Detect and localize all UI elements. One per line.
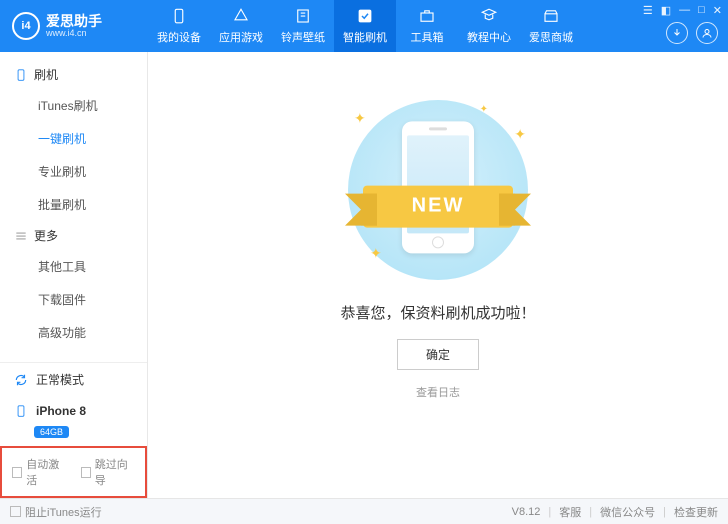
store-icon — [542, 7, 560, 25]
success-illustration: ✦✦✦✦ NEW — [348, 100, 528, 280]
nav-tutorial[interactable]: 教程中心 — [458, 0, 520, 52]
skip-guide-checkbox[interactable]: 跳过向导 — [81, 456, 136, 488]
download-button[interactable] — [666, 22, 688, 44]
version-label: V8.12 — [512, 506, 541, 518]
auto-activate-checkbox[interactable]: 自动激活 — [12, 456, 67, 488]
wechat-link[interactable]: 微信公众号 — [600, 504, 655, 520]
device-mode[interactable]: 正常模式 — [0, 363, 147, 396]
device-name: iPhone 8 — [36, 404, 86, 418]
user-button[interactable] — [696, 22, 718, 44]
nav-label: 应用游戏 — [219, 29, 263, 45]
checkbox-label: 跳过向导 — [95, 456, 135, 488]
skin-icon[interactable]: ◧ — [661, 4, 671, 17]
mode-label: 正常模式 — [36, 371, 84, 388]
storage-badge: 64GB — [34, 426, 69, 438]
group-title: 更多 — [34, 227, 58, 244]
check-update-link[interactable]: 检查更新 — [674, 504, 718, 520]
logo-icon: i4 — [12, 12, 40, 40]
top-nav: 我的设备 应用游戏 铃声壁纸 智能刷机 工具箱 教程中心 爱思商城 — [148, 0, 582, 52]
refresh-icon — [14, 373, 28, 387]
app-url: www.i4.cn — [46, 28, 102, 39]
sidebar-group-flash: 刷机 — [0, 60, 147, 89]
group-title: 刷机 — [34, 66, 58, 83]
maximize-icon[interactable]: □ — [698, 4, 705, 17]
activation-options: 自动激活 跳过向导 — [0, 446, 147, 498]
nav-my-device[interactable]: 我的设备 — [148, 0, 210, 52]
checkbox-label: 阻止iTunes运行 — [25, 504, 102, 520]
nav-label: 我的设备 — [157, 29, 201, 45]
nav-label: 工具箱 — [411, 29, 444, 45]
flash-icon — [356, 7, 374, 25]
nav-apps[interactable]: 应用游戏 — [210, 0, 272, 52]
status-bar: 阻止iTunes运行 V8.12 | 客服 | 微信公众号 | 检查更新 — [0, 498, 728, 524]
nav-ringtone[interactable]: 铃声壁纸 — [272, 0, 334, 52]
ringtone-icon — [294, 7, 312, 25]
nav-label: 教程中心 — [467, 29, 511, 45]
app-header: i4 爱思助手 www.i4.cn 我的设备 应用游戏 铃声壁纸 智能刷机 工具… — [0, 0, 728, 52]
phone-icon — [14, 68, 28, 82]
sidebar-item-download-fw[interactable]: 下载固件 — [0, 283, 147, 316]
view-log-link[interactable]: 查看日志 — [416, 384, 460, 400]
sidebar-item-other-tools[interactable]: 其他工具 — [0, 250, 147, 283]
list-icon — [14, 229, 28, 243]
close-icon[interactable]: ✕ — [713, 4, 722, 17]
main-content: ✦✦✦✦ NEW 恭喜您，保资料刷机成功啦！ 确定 查看日志 — [148, 52, 728, 498]
toolbox-icon — [418, 7, 436, 25]
block-itunes-checkbox[interactable]: 阻止iTunes运行 — [10, 504, 102, 520]
sidebar-item-itunes-flash[interactable]: iTunes刷机 — [0, 89, 147, 122]
nav-store[interactable]: 爱思商城 — [520, 0, 582, 52]
window-controls: ☰ ◧ — □ ✕ — [643, 4, 722, 17]
nav-label: 铃声壁纸 — [281, 29, 325, 45]
tutorial-icon — [480, 7, 498, 25]
sidebar-item-pro-flash[interactable]: 专业刷机 — [0, 155, 147, 188]
apps-icon — [232, 7, 250, 25]
ok-button[interactable]: 确定 — [397, 339, 479, 370]
nav-flash[interactable]: 智能刷机 — [334, 0, 396, 52]
sidebar-item-advanced[interactable]: 高级功能 — [0, 316, 147, 349]
success-message: 恭喜您，保资料刷机成功啦！ — [340, 302, 535, 323]
connected-device[interactable]: iPhone 8 64GB — [0, 396, 147, 446]
nav-toolbox[interactable]: 工具箱 — [396, 0, 458, 52]
checkbox-label: 自动激活 — [26, 456, 66, 488]
nav-label: 智能刷机 — [343, 29, 387, 45]
app-title: 爱思助手 — [46, 14, 102, 28]
sidebar-item-batch-flash[interactable]: 批量刷机 — [0, 188, 147, 221]
ribbon-text: NEW — [363, 185, 513, 227]
sidebar-item-oneclick-flash[interactable]: 一键刷机 — [0, 122, 147, 155]
phone-icon — [14, 404, 28, 418]
nav-label: 爱思商城 — [529, 29, 573, 45]
logo-area: i4 爱思助手 www.i4.cn — [0, 12, 148, 40]
minimize-icon[interactable]: — — [679, 4, 690, 17]
menu-icon[interactable]: ☰ — [643, 4, 653, 17]
device-icon — [170, 7, 188, 25]
sidebar: 刷机 iTunes刷机 一键刷机 专业刷机 批量刷机 更多 其他工具 下载固件 … — [0, 52, 148, 498]
sidebar-group-more: 更多 — [0, 221, 147, 250]
support-link[interactable]: 客服 — [559, 504, 581, 520]
